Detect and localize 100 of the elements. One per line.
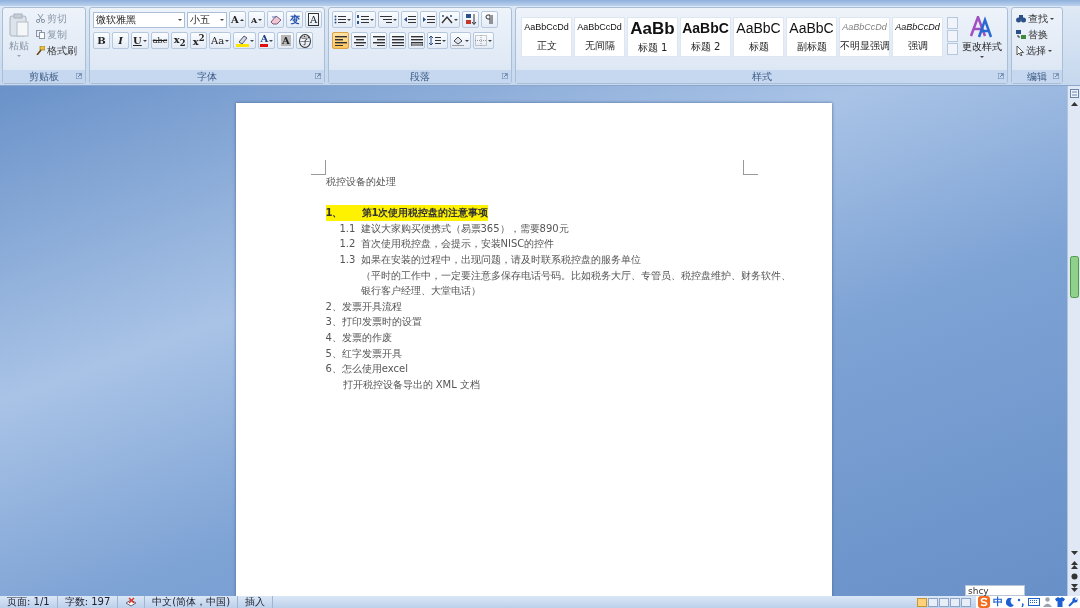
- caret-icon: [465, 39, 469, 42]
- bullets-icon: [334, 14, 346, 25]
- document-title: 税控设备的处理: [325, 175, 397, 189]
- character-shading-button[interactable]: A: [277, 32, 295, 49]
- align-left-button[interactable]: [332, 32, 349, 49]
- dialog-launcher-icon[interactable]: [1053, 73, 1059, 79]
- italic-button[interactable]: I: [112, 32, 129, 49]
- caret-icon: [220, 18, 224, 21]
- page-count[interactable]: 页面: 1/1: [7, 596, 50, 608]
- highlighter-icon: [236, 34, 250, 47]
- character-border-button[interactable]: A: [305, 11, 322, 28]
- browse-object-icon[interactable]: [1070, 573, 1078, 580]
- shrink-font-button[interactable]: A: [248, 11, 265, 28]
- eraser-icon: [270, 14, 282, 25]
- next-page-icon[interactable]: [1070, 584, 1078, 592]
- align-right-button[interactable]: [370, 32, 387, 49]
- insert-mode-label[interactable]: 插入: [245, 596, 266, 608]
- paragraph-text: 打开税控设备导出的 XML 文档: [341, 377, 481, 392]
- wrench-icon[interactable]: [1068, 597, 1078, 607]
- bullets-button[interactable]: [332, 11, 353, 28]
- caret-icon: [258, 18, 263, 21]
- format-painter-button[interactable]: 格式刷: [35, 43, 78, 58]
- font-color-button[interactable]: A: [258, 32, 276, 49]
- align-right-icon: [372, 35, 385, 46]
- justify-button[interactable]: [389, 32, 406, 49]
- style-item[interactable]: AaBbC 标题 2: [680, 17, 731, 57]
- caret-icon: [393, 18, 397, 21]
- dialog-launcher-icon[interactable]: [998, 73, 1004, 79]
- previous-page-icon[interactable]: [1070, 561, 1078, 569]
- line-spacing-button[interactable]: [427, 32, 448, 49]
- style-item[interactable]: AaBbCcDd 无间隔: [574, 17, 625, 57]
- punctuation-icon[interactable]: [1017, 597, 1025, 607]
- letters-a-icon: [970, 16, 994, 38]
- increase-indent-button[interactable]: [420, 11, 437, 28]
- multilevel-list-button[interactable]: [378, 11, 399, 28]
- sort-icon: [464, 14, 477, 25]
- numbering-button[interactable]: [355, 11, 376, 28]
- scroll-thumb[interactable]: [1069, 256, 1079, 298]
- list-item-text: 4、发票的作废: [325, 330, 393, 345]
- decrease-indent-button[interactable]: [401, 11, 418, 28]
- half-width-moon-icon[interactable]: [1006, 597, 1014, 607]
- keyboard-icon[interactable]: [1028, 598, 1040, 606]
- font-size-field[interactable]: 小五: [187, 11, 227, 28]
- dialog-launcher-icon[interactable]: [502, 73, 508, 79]
- caret-icon: [1048, 49, 1052, 52]
- style-item[interactable]: AaBbCcDd 不明显强调: [839, 17, 890, 57]
- phonetic-guide-button[interactable]: 变: [286, 11, 303, 28]
- scissors-icon: [36, 14, 45, 23]
- caret-icon: [442, 39, 446, 42]
- strikethrough-button[interactable]: abc: [150, 32, 170, 49]
- grow-font-button[interactable]: A: [229, 11, 246, 28]
- ime-logo-icon[interactable]: [978, 596, 990, 608]
- chinese-layout-button[interactable]: [439, 11, 460, 28]
- distribute-button[interactable]: [408, 32, 425, 49]
- style-item[interactable]: AaBb 标题 1: [627, 17, 678, 57]
- underline-button[interactable]: U: [131, 32, 149, 49]
- change-styles-button[interactable]: 更改样式: [961, 11, 1003, 67]
- word-count[interactable]: 字数: 197: [64, 596, 111, 608]
- bold-button[interactable]: B: [93, 32, 110, 49]
- replace-button[interactable]: 替换: [1015, 27, 1055, 42]
- list-number: 1.2: [339, 237, 357, 252]
- language-label[interactable]: 中文(简体，中国): [152, 596, 231, 608]
- pointer-icon: [1016, 45, 1024, 56]
- change-case-button[interactable]: Aa: [209, 32, 232, 49]
- borders-icon: [475, 35, 487, 46]
- subscript-button[interactable]: x$_{2}$: [171, 32, 189, 49]
- brush-icon: [36, 46, 45, 55]
- list-number: 1、: [325, 206, 344, 221]
- shirt-icon[interactable]: [1055, 597, 1065, 607]
- list-number: 1.3: [339, 252, 357, 267]
- dialog-launcher-icon[interactable]: [76, 73, 82, 79]
- sort-button[interactable]: [462, 11, 479, 28]
- caret-icon: [250, 39, 255, 42]
- multilevel-list-icon: [380, 14, 392, 25]
- scroll-up-icon[interactable]: [1070, 102, 1078, 106]
- caret-icon: [142, 39, 147, 42]
- find-button[interactable]: 查找: [1015, 11, 1055, 26]
- show-marks-button[interactable]: [481, 11, 498, 28]
- style-item[interactable]: AaBbCcDd 正文: [521, 17, 572, 57]
- caret-icon: [17, 55, 21, 57]
- list-number: 1.1: [339, 221, 357, 236]
- caret-icon: [347, 18, 351, 21]
- superscript-button[interactable]: x$^{2}$: [190, 32, 208, 49]
- enclose-character-button[interactable]: 字: [296, 32, 314, 49]
- dialog-launcher-icon[interactable]: [315, 73, 321, 79]
- decrease-indent-icon: [403, 14, 416, 25]
- font-name-field[interactable]: 微软雅黑: [93, 11, 185, 28]
- style-item[interactable]: AaBbC 标题: [733, 17, 784, 57]
- ime-mode-toggle[interactable]: 中: [993, 596, 1003, 608]
- clear-formatting-button[interactable]: [267, 11, 284, 28]
- style-item[interactable]: AaBbC 副标题: [786, 17, 837, 57]
- scroll-down-icon[interactable]: [1070, 551, 1078, 555]
- center-button[interactable]: [351, 32, 368, 49]
- style-item[interactable]: AaBbCcDd 强调: [892, 17, 943, 57]
- highlight-button[interactable]: [233, 32, 257, 49]
- ruler-toggle-icon[interactable]: [1069, 89, 1079, 98]
- shading-button[interactable]: [450, 32, 471, 49]
- copy-icon: [36, 30, 45, 39]
- select-button[interactable]: 选择: [1015, 43, 1055, 58]
- ime-input-field[interactable]: shcy: [965, 585, 1025, 596]
